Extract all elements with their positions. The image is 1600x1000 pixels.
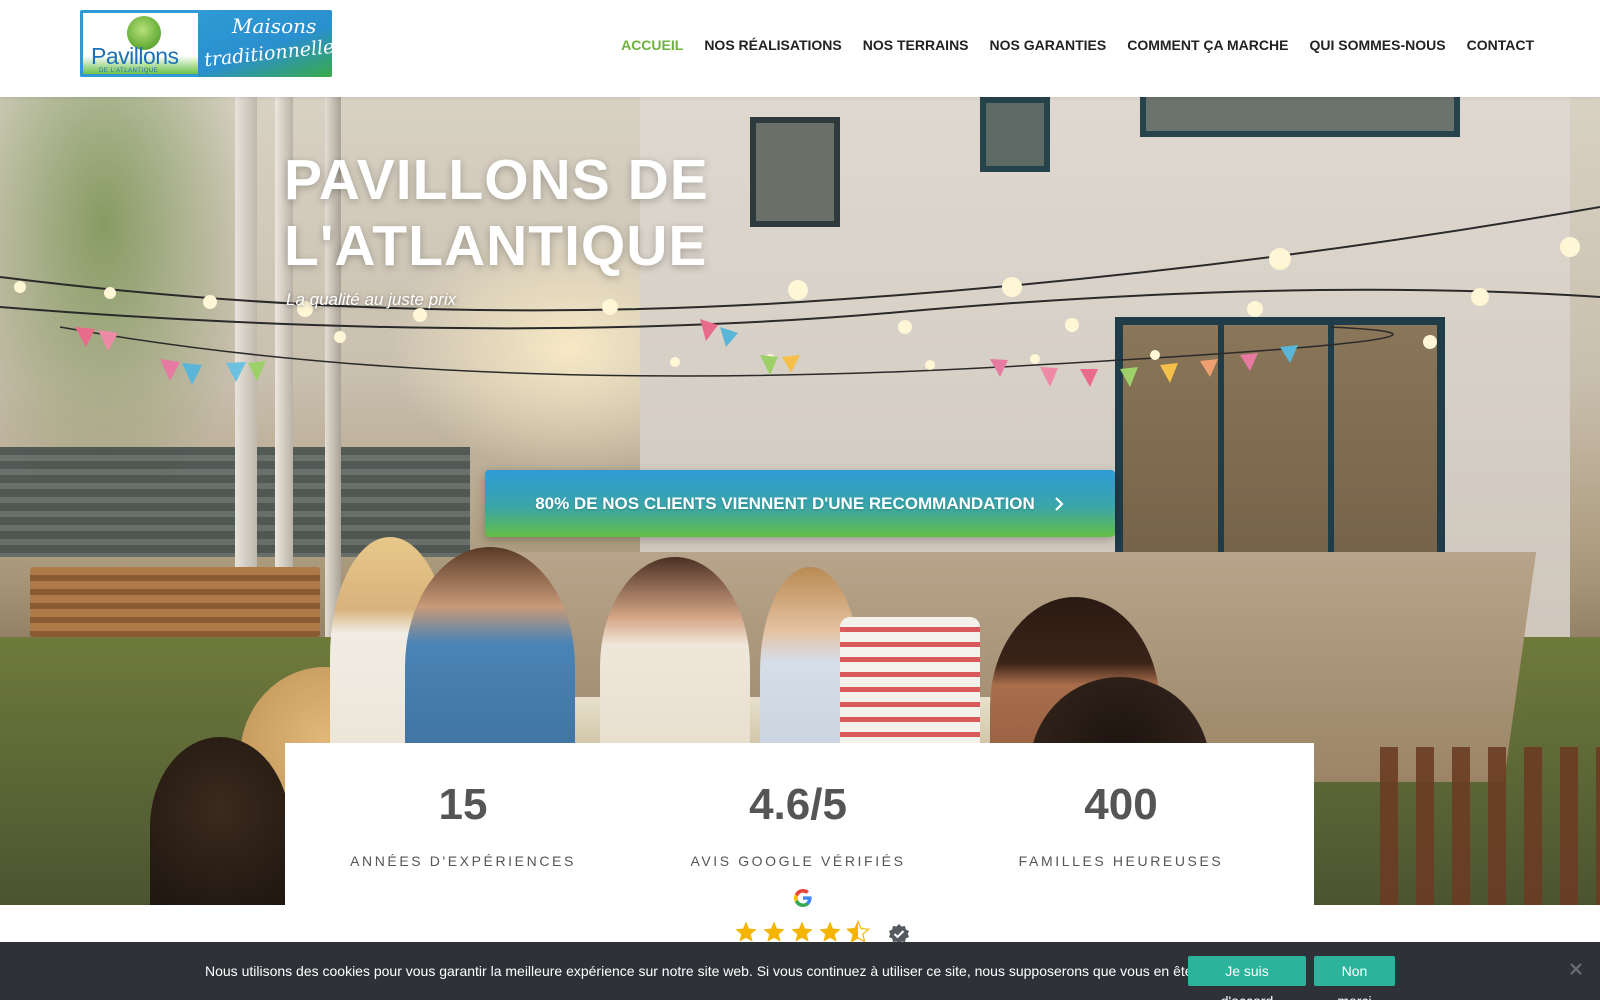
cta-label: 80% DE NOS CLIENTS VIENNENT D'UNE RECOMM… bbox=[535, 493, 1035, 513]
cookie-decline-button[interactable]: Non merci bbox=[1314, 956, 1395, 1000]
logo-subtitle: DE L'ATLANTIQUE bbox=[99, 68, 159, 74]
stats-panel: 15 ANNÉES D'EXPÉRIENCES 4.6/5 AVIS GOOGL… bbox=[285, 743, 1314, 905]
star-full-icon bbox=[819, 921, 841, 942]
recommendation-cta-button[interactable]: 80% DE NOS CLIENTS VIENNENT D'UNE RECOMM… bbox=[485, 470, 1115, 537]
site-logo[interactable]: Pavillons DE L'ATLANTIQUE Maisons tradit… bbox=[80, 10, 332, 77]
logo-tagline: Maisons traditionnelles bbox=[198, 10, 332, 77]
nav-item-accueil[interactable]: ACCUEIL bbox=[621, 37, 683, 53]
star-rating bbox=[733, 920, 871, 944]
hero-title-line1: PAVILLONS DE bbox=[284, 148, 709, 212]
nav-item-garanties[interactable]: NOS GARANTIES bbox=[990, 37, 1107, 53]
nav-item-terrains[interactable]: NOS TERRAINS bbox=[863, 37, 969, 53]
stat-families: 400 FAMILLES HEUREUSES bbox=[951, 743, 1291, 869]
nav-item-comment-ca-marche[interactable]: COMMENT ÇA MARCHE bbox=[1127, 37, 1288, 53]
stat-value: 400 bbox=[1084, 780, 1158, 829]
stat-value: 4.6/5 bbox=[749, 780, 847, 829]
hero-title-line2: L'ATLANTIQUE bbox=[284, 214, 708, 278]
close-icon[interactable] bbox=[1569, 962, 1583, 976]
stat-google-rating: 4.6/5 AVIS GOOGLE VÉRIFIÉS bbox=[628, 743, 968, 869]
star-full-icon bbox=[763, 921, 785, 942]
nav-item-qui-sommes-nous[interactable]: QUI SOMMES-NOUS bbox=[1309, 37, 1445, 53]
star-full-icon bbox=[735, 921, 757, 942]
hero-title: PAVILLONS DE L'ATLANTIQUE bbox=[284, 147, 844, 279]
hero-subtitle: La qualité au juste prix bbox=[286, 290, 457, 309]
nav-item-realisations[interactable]: NOS RÉALISATIONS bbox=[704, 37, 841, 53]
main-nav: ACCUEIL NOS RÉALISATIONS NOS TERRAINS NO… bbox=[621, 37, 1534, 53]
star-full-icon bbox=[791, 921, 813, 942]
stat-label: ANNÉES D'EXPÉRIENCES bbox=[350, 853, 576, 869]
stat-label: FAMILLES HEUREUSES bbox=[1018, 853, 1224, 869]
logo-tagline-line1: Maisons bbox=[232, 14, 317, 38]
site-header: Pavillons DE L'ATLANTIQUE Maisons tradit… bbox=[0, 0, 1600, 97]
star-half-icon bbox=[845, 920, 871, 944]
chevron-right-icon bbox=[1055, 496, 1064, 511]
cookie-message: Nous utilisons des cookies pour vous gar… bbox=[205, 963, 1255, 979]
stat-years: 15 ANNÉES D'EXPÉRIENCES bbox=[293, 743, 633, 869]
cookie-accept-button[interactable]: Je suis d'accord bbox=[1188, 956, 1306, 1000]
google-g-icon bbox=[794, 889, 812, 907]
logo-name: Pavillons bbox=[91, 43, 179, 69]
stat-value: 15 bbox=[438, 780, 488, 829]
stat-label: AVIS GOOGLE VÉRIFIÉS bbox=[690, 853, 906, 869]
nav-item-contact[interactable]: CONTACT bbox=[1467, 37, 1534, 53]
logo-badge: Pavillons DE L'ATLANTIQUE bbox=[80, 10, 198, 77]
cookie-consent-bar: Nous utilisons des cookies pour vous gar… bbox=[0, 942, 1600, 1000]
logo-tagline-line2: traditionnelles bbox=[203, 34, 332, 72]
